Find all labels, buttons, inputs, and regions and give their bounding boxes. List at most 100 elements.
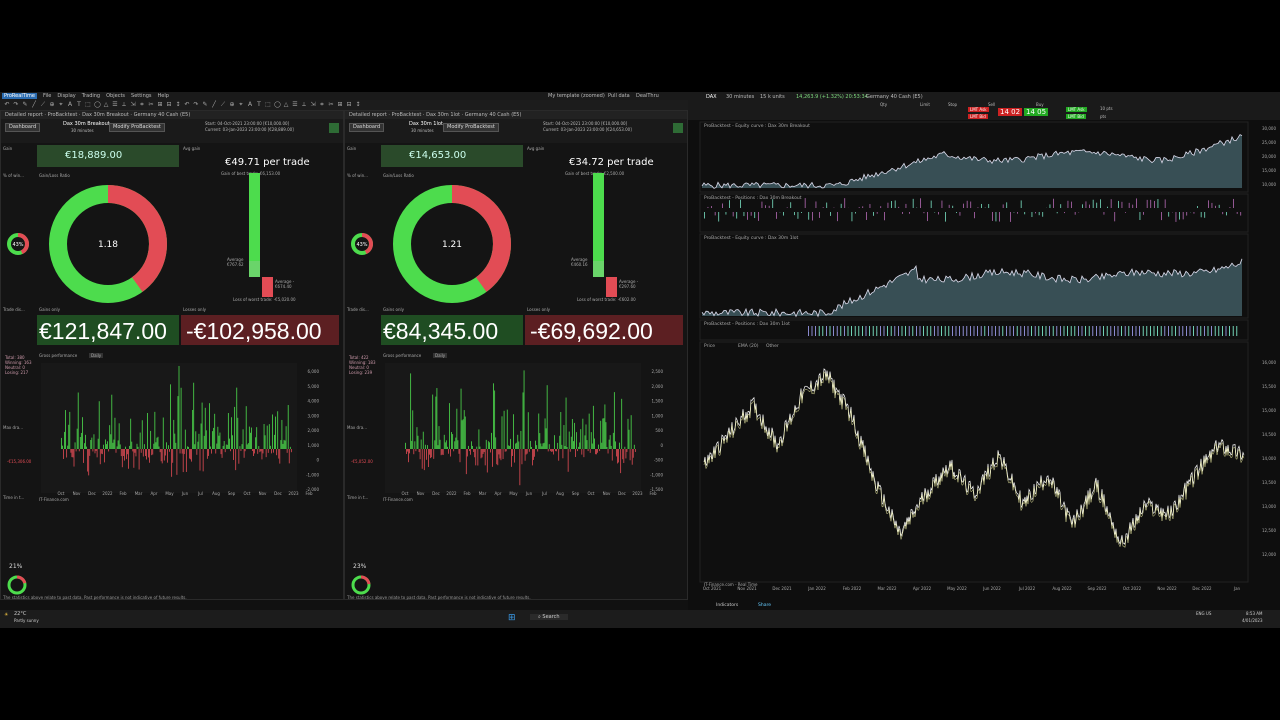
dealthru-menu[interactable]: DealThru	[636, 93, 659, 99]
toolbar-tool-icon[interactable]: ⊟	[166, 102, 172, 108]
position-bar	[948, 326, 950, 336]
gross-perf-bar	[214, 413, 216, 449]
position-bar	[1088, 326, 1090, 336]
toolbar-tool-icon[interactable]: ⊞	[157, 102, 163, 108]
toolbar-tool-icon[interactable]: T	[256, 102, 262, 108]
toolbar-tool-icon[interactable]: ╱	[211, 102, 217, 108]
gross-perf-bar	[137, 446, 139, 449]
chart-area[interactable]: ProBacktest - Equity curve : Dax 30m Bre…	[688, 120, 1280, 610]
dashboard-button[interactable]: Dashboard	[349, 123, 385, 132]
symbol-label[interactable]: DAX	[706, 94, 717, 100]
buy-lmt-ask-button[interactable]: LMT Ask	[1066, 107, 1087, 112]
template-menu[interactable]: My template (zoomed)	[548, 93, 605, 99]
gross-perf-bar	[277, 411, 279, 449]
toolbar-tool-icon[interactable]: ✂	[148, 102, 154, 108]
menu-file[interactable]: File	[43, 93, 51, 99]
toolbar-tool-icon[interactable]: A	[67, 102, 73, 108]
gross-perf-y-tick: 0	[660, 443, 663, 448]
pts-field-1[interactable]: 10 pts	[1100, 106, 1113, 111]
indicators-button[interactable]: Indicators	[716, 602, 739, 608]
toolbar-tool-icon[interactable]: ◯	[94, 102, 101, 108]
clock-time[interactable]: 8:53 AM	[1246, 611, 1262, 616]
daily-select[interactable]: Daily	[89, 353, 104, 358]
toolbar-tool-icon[interactable]: ⌗	[139, 102, 145, 108]
toolbar-tool-icon[interactable]: ↕	[355, 102, 361, 108]
menu-settings[interactable]: Settings	[131, 93, 152, 99]
best-trade-label: Gain of best trade: €6,153.00	[221, 171, 281, 176]
toolbar-tool-icon[interactable]: ☰	[292, 102, 298, 108]
toolbar-tool-icon[interactable]: ⊕	[229, 102, 235, 108]
toolbar-tool-icon[interactable]: ⬚	[85, 102, 91, 108]
toolbar-tool-icon[interactable]: ⊕	[49, 102, 55, 108]
buy-lmt-bid-button[interactable]: LMT Bid	[1066, 114, 1086, 119]
gross-perf-bar	[166, 442, 167, 449]
toolbar-tool-icon[interactable]: ⌖	[238, 102, 244, 108]
toolbar-tool-icon[interactable]: △	[283, 102, 289, 108]
position-bar	[840, 326, 842, 336]
export-icon[interactable]	[329, 123, 339, 133]
gross-perf-bar	[624, 446, 626, 449]
toolbar-tool-icon[interactable]: ✎	[202, 102, 208, 108]
windows-start-icon[interactable]: ⊞	[508, 613, 516, 623]
buy-price-button[interactable]: 14 05	[1024, 108, 1049, 116]
sell-price-button[interactable]: 14 02	[998, 108, 1023, 116]
toolbar-tool-icon[interactable]: ╱	[31, 102, 37, 108]
toolbar-tool-icon[interactable]: ⟂	[121, 102, 127, 108]
toolbar-tool-icon[interactable]: ↶	[4, 102, 10, 108]
toolbar-tool-icon[interactable]: ◯	[274, 102, 281, 108]
gross-perf-bar	[598, 444, 599, 449]
position-bar	[808, 326, 809, 336]
menu-help[interactable]: Help	[158, 93, 169, 99]
toolbar-tool-icon[interactable]: ⊞	[337, 102, 343, 108]
gross-perf-bar	[541, 446, 543, 449]
position-bar	[797, 212, 799, 219]
pull-data-menu[interactable]: Pull data	[608, 93, 630, 99]
position-bar	[981, 203, 982, 208]
toolbar-tool-icon[interactable]: ⊟	[346, 102, 352, 108]
toolbar-tool-icon[interactable]: ↶	[184, 102, 190, 108]
lmt-ask-button[interactable]: LMT Ask	[968, 107, 989, 112]
toolbar-tool-icon[interactable]: ⌖	[58, 102, 64, 108]
timeframe-select[interactable]: 30 minutes	[726, 94, 754, 100]
menu-objects[interactable]: Objects	[106, 93, 125, 99]
taskbar-search[interactable]: ⌕ Search	[530, 614, 568, 620]
toolbar-tool-icon[interactable]: ⬚	[265, 102, 271, 108]
toolbar-tool-icon[interactable]: ⌗	[319, 102, 325, 108]
toolbar-tool-icon[interactable]: ↷	[13, 102, 19, 108]
toolbar-tool-icon[interactable]: ✎	[22, 102, 28, 108]
toolbar-tool-icon[interactable]: ☰	[112, 102, 118, 108]
toolbar-tool-icon[interactable]: ↕	[175, 102, 181, 108]
dashboard-button[interactable]: Dashboard	[5, 123, 41, 132]
gross-perf-bar	[273, 449, 274, 453]
clock-date[interactable]: 4/01/2023	[1242, 618, 1263, 623]
toolbar-tool-icon[interactable]: A	[247, 102, 253, 108]
menu-display[interactable]: Display	[57, 93, 75, 99]
toolbar-tool-icon[interactable]: ⟋	[220, 102, 226, 108]
toolbar-tool-icon[interactable]: ⇲	[310, 102, 316, 108]
position-bar	[1064, 212, 1065, 214]
toolbar-tool-icon[interactable]: ⟂	[301, 102, 307, 108]
report-tab[interactable]: Detailed report · ProBacktest · Dax 30m …	[345, 111, 687, 119]
report-tab[interactable]: Detailed report · ProBacktest · Dax 30m …	[1, 111, 343, 119]
daily-select[interactable]: Daily	[433, 353, 448, 358]
toolbar-tool-icon[interactable]: ⇲	[130, 102, 136, 108]
app-window: ProRealTime File Display Trading Objects…	[0, 92, 1280, 628]
language-indicator[interactable]: ENG US	[1196, 611, 1211, 616]
modify-probacktest-button[interactable]: Modify ProBacktest	[109, 123, 165, 132]
gross-perf-bar	[234, 406, 236, 449]
menu-trading[interactable]: Trading	[82, 93, 100, 99]
gross-perf-bar	[94, 449, 96, 454]
toolbar-tool-icon[interactable]: T	[76, 102, 82, 108]
export-icon[interactable]	[673, 123, 683, 133]
units-select[interactable]: 15 k units	[760, 94, 785, 100]
lmt-bid-button[interactable]: LMT Bid	[968, 114, 988, 119]
position-bar	[884, 212, 885, 221]
toolbar-tool-icon[interactable]: △	[103, 102, 109, 108]
pts-field-2[interactable]: pts	[1100, 114, 1106, 119]
share-button[interactable]: Share	[758, 602, 771, 608]
modify-probacktest-button[interactable]: Modify ProBacktest	[443, 123, 499, 132]
toolbar-tool-icon[interactable]: ↷	[193, 102, 199, 108]
toolbar-tool-icon[interactable]: ✂	[328, 102, 334, 108]
gross-perf-bar	[182, 449, 184, 473]
toolbar-tool-icon[interactable]: ⟋	[40, 102, 46, 108]
